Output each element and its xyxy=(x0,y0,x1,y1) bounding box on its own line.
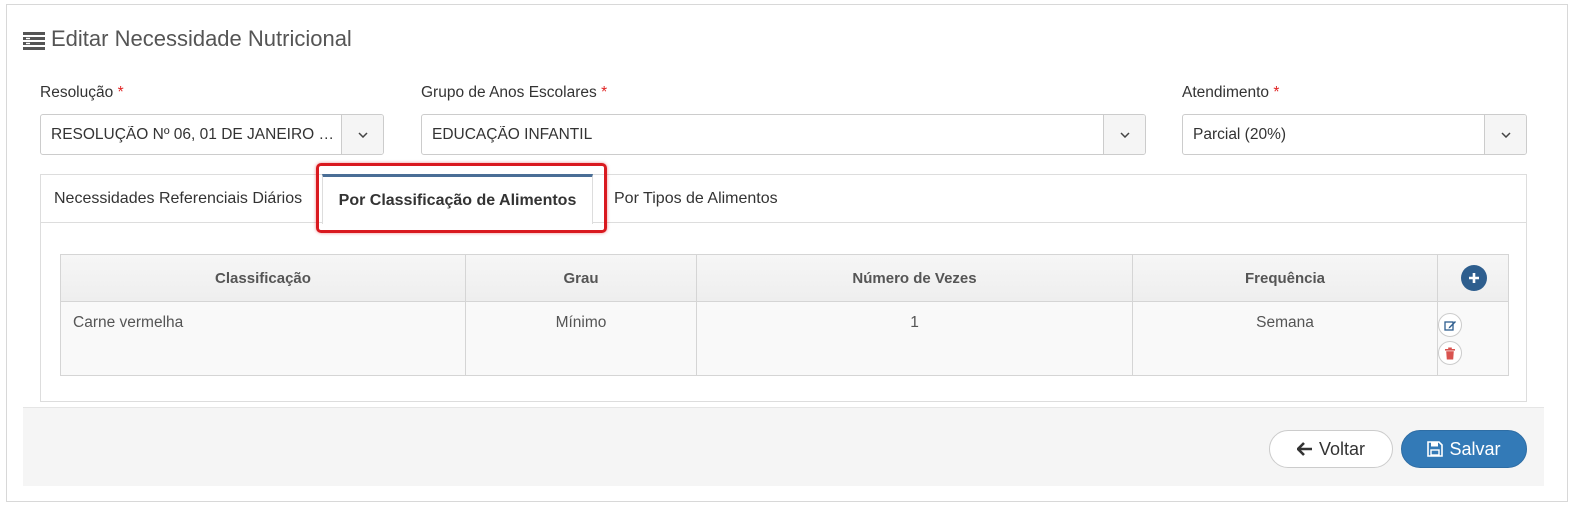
save-icon xyxy=(1427,441,1444,457)
save-button[interactable]: Salvar xyxy=(1401,430,1527,468)
required-mark: * xyxy=(601,84,608,101)
table-row: Carne vermelha Mínimo 1 Semana xyxy=(61,302,1508,375)
resolucao-value: RESOLUÇÃO Nº 06, 01 DE JANEIRO DE 2020 xyxy=(51,125,341,143)
grupo-label: Grupo de Anos Escolares * xyxy=(421,84,607,102)
column-header-frequencia[interactable]: Frequência xyxy=(1133,255,1438,301)
classificacao-table: Classificação Grau Número de Vezes Frequ… xyxy=(60,254,1509,376)
tabs-container: Necessidades Referenciais Diários Por Cl… xyxy=(40,174,1527,402)
back-button-label: Voltar xyxy=(1318,438,1366,459)
atendimento-label: Atendimento * xyxy=(1182,84,1279,102)
column-header-grau[interactable]: Grau xyxy=(466,255,697,301)
tab-por-classificacao[interactable]: Por Classificação de Alimentos xyxy=(322,174,593,224)
delete-button[interactable] xyxy=(1438,341,1462,365)
required-mark: * xyxy=(117,84,124,101)
row-actions xyxy=(1438,302,1510,375)
edit-icon xyxy=(1443,320,1456,331)
chevron-down-icon[interactable] xyxy=(1484,115,1526,154)
list-icon xyxy=(23,30,45,50)
save-button-label: Salvar xyxy=(1449,438,1501,459)
resolucao-label-text: Resolução xyxy=(40,84,114,101)
column-header-numero-vezes[interactable]: Número de Vezes xyxy=(697,255,1133,301)
cell-grau: Mínimo xyxy=(466,302,697,375)
add-column xyxy=(1438,255,1510,301)
edit-panel: Editar Necessidade Nutricional Resolução… xyxy=(6,4,1568,502)
required-mark: * xyxy=(1273,84,1280,101)
edit-button[interactable] xyxy=(1438,313,1462,337)
resolucao-select[interactable]: RESOLUÇÃO Nº 06, 01 DE JANEIRO DE 2020 xyxy=(40,114,384,155)
table-header: Classificação Grau Número de Vezes Frequ… xyxy=(61,255,1508,302)
add-button[interactable] xyxy=(1461,265,1487,291)
tab-por-tipos[interactable]: Por Tipos de Alimentos xyxy=(601,175,791,223)
cell-frequencia: Semana xyxy=(1133,302,1438,375)
plus-icon xyxy=(1469,273,1479,283)
resolucao-label: Resolução * xyxy=(40,84,124,102)
cell-numero-vezes: 1 xyxy=(697,302,1133,375)
page-title-text: Editar Necessidade Nutricional xyxy=(51,26,352,51)
atendimento-label-text: Atendimento xyxy=(1182,84,1270,101)
grupo-select[interactable]: EDUCAÇÃO INFANTIL xyxy=(421,114,1146,155)
tab-necessidades-referenciais[interactable]: Necessidades Referenciais Diários xyxy=(41,175,315,223)
atendimento-value: Parcial (20%) xyxy=(1193,125,1287,143)
back-button[interactable]: Voltar xyxy=(1269,430,1393,468)
tab-bar: Necessidades Referenciais Diários Por Cl… xyxy=(41,174,1526,224)
form-actions: Voltar Salvar xyxy=(23,407,1544,486)
page-title: Editar Necessidade Nutricional xyxy=(23,25,352,53)
cell-classificacao: Carne vermelha xyxy=(61,302,466,375)
chevron-down-icon[interactable] xyxy=(1103,115,1145,154)
atendimento-select[interactable]: Parcial (20%) xyxy=(1182,114,1527,155)
grupo-value: EDUCAÇÃO INFANTIL xyxy=(432,125,593,143)
trash-icon xyxy=(1445,347,1455,359)
chevron-down-icon[interactable] xyxy=(341,115,383,154)
arrow-left-icon xyxy=(1296,442,1312,456)
column-header-classificacao[interactable]: Classificação xyxy=(61,255,466,301)
grupo-label-text: Grupo de Anos Escolares xyxy=(421,84,597,101)
